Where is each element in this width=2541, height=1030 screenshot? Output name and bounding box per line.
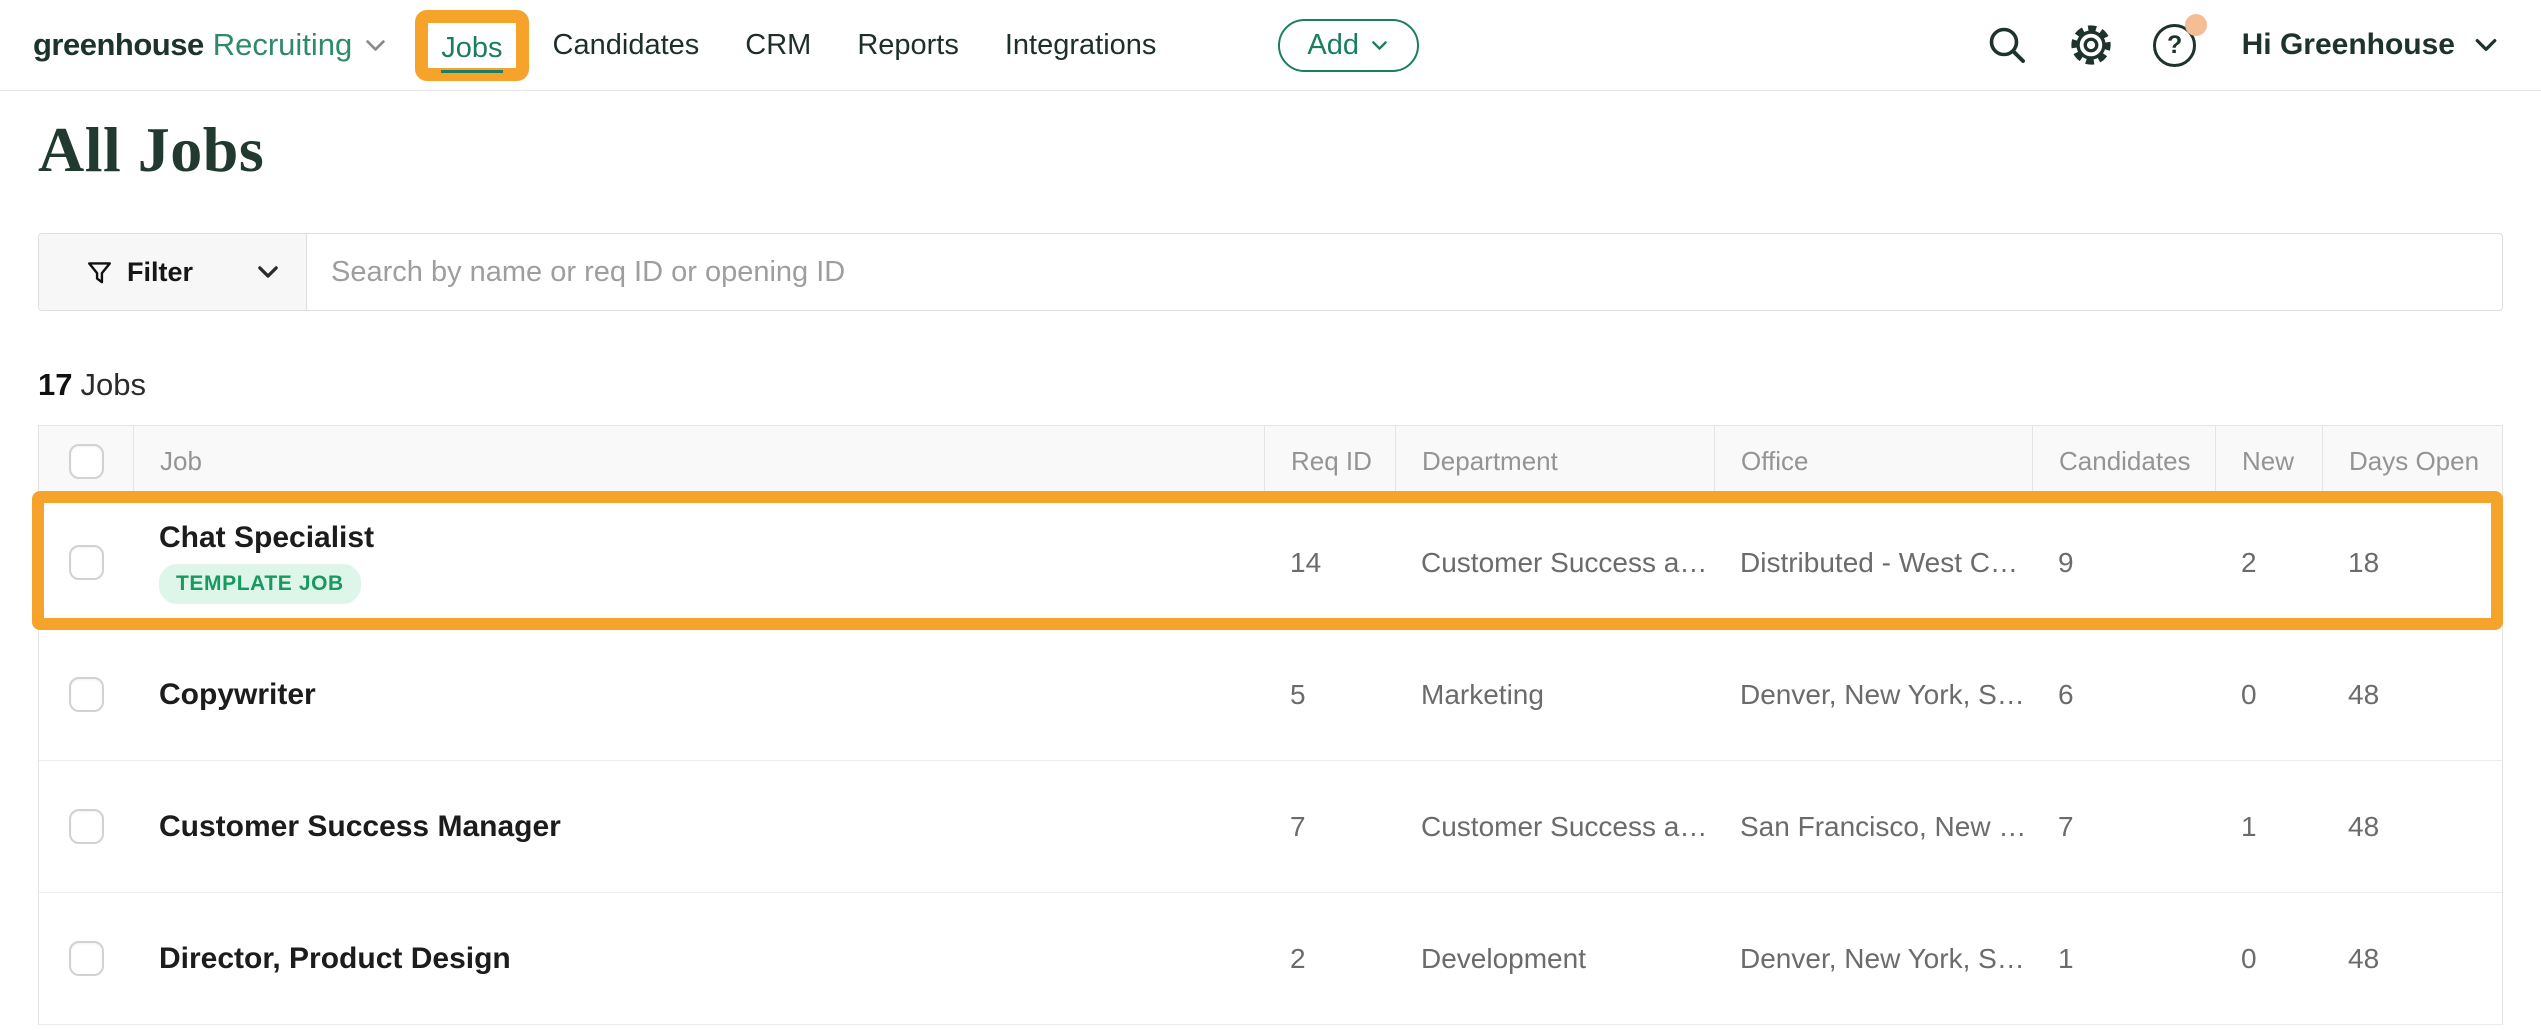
job-link[interactable]: Chat Specialist [159, 521, 374, 555]
cell-req-id: 2 [1264, 893, 1395, 1024]
brand-product: Recruiting [213, 27, 353, 63]
select-all-checkbox[interactable] [69, 444, 104, 479]
cell-days-open: 18 [2322, 497, 2502, 628]
cell-new: 2 [2215, 497, 2322, 628]
cell-office: Denver, New York, S… [1714, 629, 2032, 760]
cell-department: Marketing [1395, 629, 1714, 760]
cell-department: Customer Success a… [1395, 761, 1714, 892]
job-link[interactable]: Copywriter [159, 678, 316, 712]
cell-office: Denver, New York, S… [1714, 893, 2032, 1024]
row-checkbox[interactable] [69, 809, 104, 844]
cell-office: Distributed - West C… [1714, 497, 2032, 628]
table-row[interactable]: Copywriter 5 Marketing Denver, New York,… [39, 629, 2502, 761]
nav-item-reports[interactable]: Reports [857, 29, 959, 62]
jobs-count-label: Jobs [80, 367, 145, 402]
cell-days-open: 48 [2322, 629, 2502, 760]
jobs-count: 17Jobs [38, 367, 2503, 403]
column-header-candidates[interactable]: Candidates [2032, 426, 2215, 496]
notification-dot [2185, 14, 2207, 36]
nav-item-integrations[interactable]: Integrations [1005, 29, 1157, 62]
filter-dropdown[interactable]: Filter [39, 234, 307, 310]
nav-item-candidates[interactable]: Candidates [553, 29, 700, 62]
cell-new: 1 [2215, 761, 2322, 892]
primary-nav: Jobs Candidates CRM Reports Integrations [415, 10, 1202, 81]
nav-item-jobs[interactable]: Jobs [441, 32, 502, 73]
nav-item-crm[interactable]: CRM [745, 29, 811, 62]
greenhouse-logo[interactable]: greenhouse Recruiting [33, 27, 389, 63]
add-button[interactable]: Add [1278, 19, 1419, 72]
cell-office: San Francisco, New … [1714, 761, 2032, 892]
gear-icon[interactable] [2068, 22, 2114, 68]
cell-req-id: 7 [1264, 761, 1395, 892]
brand-name: greenhouse [33, 27, 204, 63]
cell-req-id: 5 [1264, 629, 1395, 760]
cell-req-id: 14 [1264, 497, 1395, 628]
row-checkbox[interactable] [69, 545, 104, 580]
main-content: All Jobs Filter 17Jobs Job Req ID Depart… [0, 115, 2541, 1025]
jobs-count-number: 17 [38, 367, 72, 402]
cell-candidates: 1 [2032, 893, 2215, 1024]
job-link[interactable]: Customer Success Manager [159, 810, 561, 844]
job-link[interactable]: Director, Product Design [159, 942, 511, 976]
help-icon[interactable]: ? [2152, 22, 2198, 68]
funnel-icon [85, 258, 114, 287]
chevron-down-icon [2471, 30, 2501, 60]
column-header-office[interactable]: Office [1714, 426, 2032, 496]
table-row[interactable]: Director, Product Design 2 Development D… [39, 893, 2502, 1025]
column-header-days-open[interactable]: Days Open [2322, 426, 2502, 496]
column-header-new[interactable]: New [2215, 426, 2322, 496]
chevron-down-icon [1369, 35, 1390, 56]
cell-department: Customer Success a… [1395, 497, 1714, 628]
cell-days-open: 48 [2322, 893, 2502, 1024]
cell-department: Development [1395, 893, 1714, 1024]
nav-right-cluster: ? Hi Greenhouse [1946, 22, 2501, 68]
column-header-job[interactable]: Job [133, 426, 1264, 496]
template-job-badge: TEMPLATE JOB [159, 564, 361, 604]
filter-search-bar: Filter [38, 233, 2503, 311]
search-icon[interactable] [1984, 22, 2030, 68]
row-checkbox[interactable] [69, 941, 104, 976]
page-title: All Jobs [38, 115, 2503, 185]
cell-candidates: 6 [2032, 629, 2215, 760]
chevron-down-icon [362, 32, 389, 59]
column-header-req-id[interactable]: Req ID [1264, 426, 1395, 496]
table-row[interactable]: Customer Success Manager 7 Customer Succ… [39, 761, 2502, 893]
filter-label: Filter [127, 257, 193, 288]
top-navigation-bar: greenhouse Recruiting Jobs Candidates CR… [0, 0, 2541, 91]
cell-candidates: 7 [2032, 761, 2215, 892]
annotation-box-jobs: Jobs [415, 10, 528, 81]
jobs-table: Job Req ID Department Office Candidates … [38, 425, 2503, 1025]
user-greeting: Hi Greenhouse [2242, 28, 2455, 62]
add-button-label: Add [1307, 29, 1359, 62]
column-header-department[interactable]: Department [1395, 426, 1714, 496]
row-checkbox[interactable] [69, 677, 104, 712]
table-row[interactable]: Chat Specialist TEMPLATE JOB 14 Customer… [39, 497, 2502, 629]
cell-new: 0 [2215, 629, 2322, 760]
table-body: Chat Specialist TEMPLATE JOB 14 Customer… [39, 497, 2502, 1025]
table-header-row: Job Req ID Department Office Candidates … [39, 426, 2502, 497]
chevron-down-icon [254, 258, 282, 286]
jobs-search-input[interactable] [307, 234, 2502, 310]
cell-new: 0 [2215, 893, 2322, 1024]
cell-candidates: 9 [2032, 497, 2215, 628]
cell-days-open: 48 [2322, 761, 2502, 892]
user-menu[interactable]: Hi Greenhouse [2242, 28, 2501, 62]
